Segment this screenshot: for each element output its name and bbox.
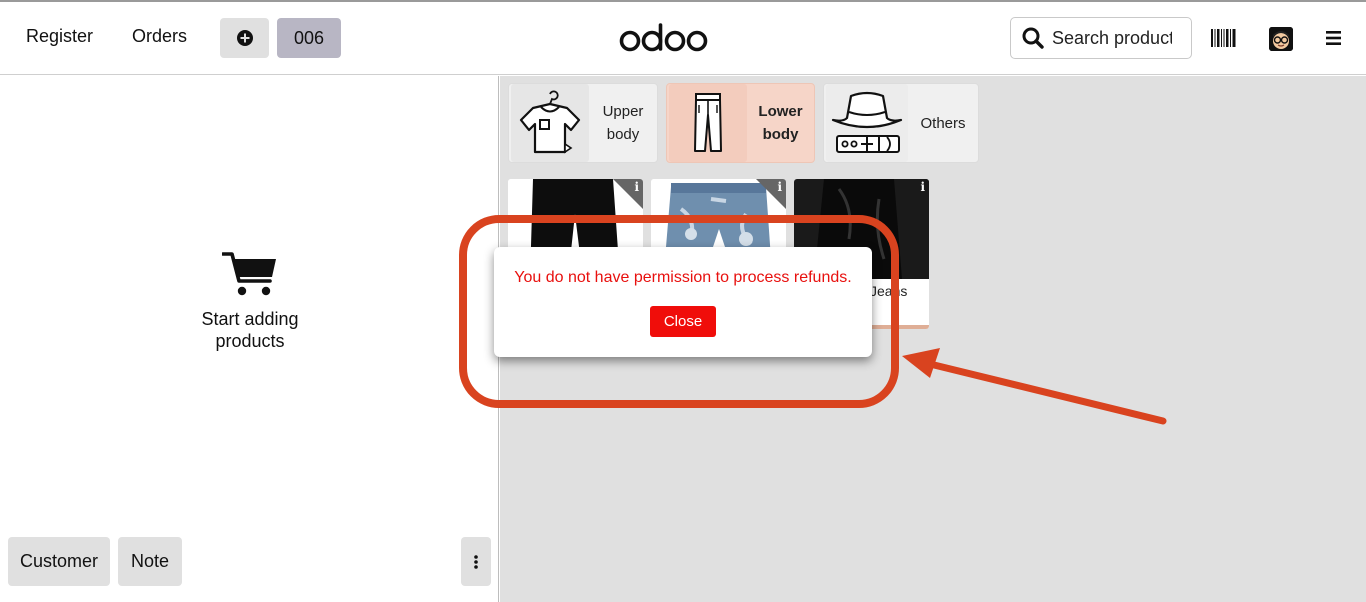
vertical-dots-icon — [474, 554, 478, 569]
orders-link[interactable]: Orders — [132, 26, 187, 47]
info-icon: i — [777, 180, 782, 194]
user-avatar[interactable] — [1269, 27, 1293, 51]
category-image — [826, 84, 908, 162]
category-label-line-1: Upper — [602, 103, 644, 120]
pos-screen: Register Orders 006 Search products Star… — [0, 0, 1366, 602]
barcode-icon[interactable] — [1211, 29, 1236, 47]
avatar-face-icon — [1269, 27, 1293, 51]
category-upper-body[interactable]: Upper body — [508, 83, 658, 163]
info-icon: i — [634, 180, 639, 194]
order-panel: Start adding products Customer Note — [0, 76, 499, 602]
category-label: Upper body — [589, 100, 657, 146]
trousers-icon — [694, 93, 722, 152]
category-others[interactable]: Others — [823, 83, 979, 163]
info-icon: i — [920, 180, 925, 194]
category-label-line-2: body — [762, 126, 799, 143]
product-info-button[interactable]: i — [899, 179, 929, 209]
product-info-button[interactable]: i — [613, 179, 643, 209]
product-info-button[interactable]: i — [756, 179, 786, 209]
search-icon — [1022, 27, 1044, 49]
more-actions-button[interactable] — [461, 537, 491, 586]
hat-belt-icon — [831, 91, 903, 153]
product-name: Jeans — [870, 283, 908, 299]
category-label: Others — [920, 114, 966, 132]
error-message: You do not have permission to process re… — [514, 269, 852, 286]
category-image — [669, 84, 747, 162]
empty-cart-line-2: products — [215, 331, 285, 351]
hamburger-menu-icon[interactable] — [1326, 31, 1341, 45]
category-image — [511, 84, 589, 162]
search-input[interactable] — [1052, 27, 1172, 49]
shopping-cart-icon — [222, 252, 276, 296]
category-lower-body[interactable]: Lower body — [666, 83, 815, 163]
new-order-button[interactable] — [220, 18, 269, 58]
close-button[interactable]: Close — [650, 306, 716, 337]
category-label: Lower body — [747, 100, 814, 146]
register-link[interactable]: Register — [26, 26, 93, 47]
odoo-logo — [619, 23, 708, 52]
customer-button[interactable]: Customer — [8, 537, 110, 586]
category-label-line-1: Lower — [758, 103, 803, 120]
error-dialog: You do not have permission to process re… — [494, 247, 872, 357]
tshirt-icon — [519, 90, 581, 154]
product-search-box[interactable] — [1010, 17, 1192, 59]
category-label-line-2: body — [606, 126, 640, 143]
order-tab-button[interactable]: 006 — [277, 18, 341, 58]
header-bar: Register Orders 006 — [0, 2, 1366, 75]
note-button[interactable]: Note — [118, 537, 182, 586]
empty-cart-message: Start adding products — [150, 308, 350, 352]
empty-cart-line-1: Start adding — [201, 309, 299, 329]
plus-circle-icon — [236, 30, 253, 46]
